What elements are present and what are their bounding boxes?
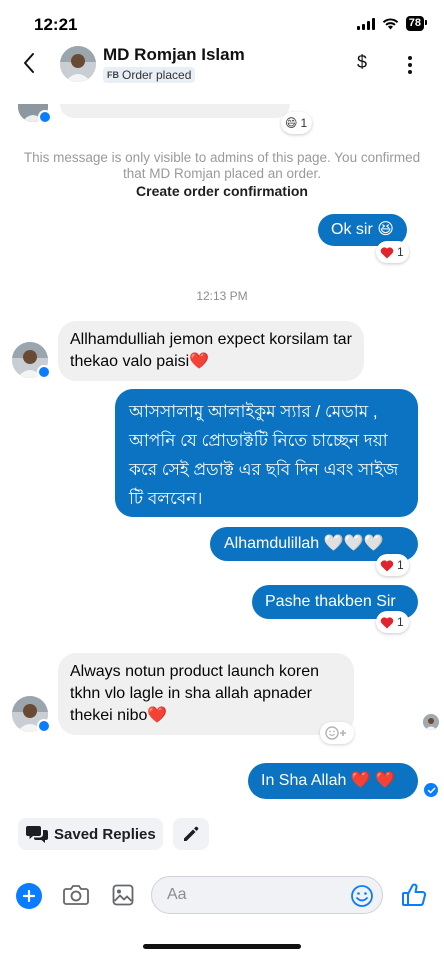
message-composer[interactable] bbox=[151, 876, 383, 914]
like-button[interactable] bbox=[401, 882, 427, 913]
chevron-left-icon bbox=[24, 53, 34, 73]
heart-reaction[interactable]: 1 bbox=[376, 611, 409, 633]
heart-icon bbox=[380, 559, 394, 571]
add-attachment-button[interactable] bbox=[16, 883, 42, 909]
smiley-plus-icon bbox=[325, 726, 346, 740]
timestamp-separator: 12:13 PM bbox=[196, 289, 248, 303]
badge-prefix: FB bbox=[107, 70, 119, 80]
wifi-icon bbox=[382, 17, 398, 29]
gallery-button[interactable] bbox=[112, 884, 134, 911]
reaction-count: 1 bbox=[397, 245, 404, 259]
battery-indicator: 78 bbox=[405, 16, 428, 31]
camera-icon bbox=[63, 885, 89, 905]
admin-only-note: This message is only visible to admins o… bbox=[23, 150, 421, 181]
emoji-icon[interactable] bbox=[350, 884, 374, 908]
reaction-count: 1 bbox=[397, 558, 404, 572]
heart-icon bbox=[380, 616, 394, 628]
laughing-emoji-icon: 😄 bbox=[285, 116, 298, 130]
status-icons: 78 bbox=[356, 16, 428, 31]
status-time: 12:21 bbox=[34, 15, 78, 34]
seen-receipt-avatar bbox=[423, 714, 439, 730]
reaction-count: 1 bbox=[397, 615, 404, 629]
back-button[interactable] bbox=[22, 52, 36, 79]
avatar-photo bbox=[60, 46, 96, 82]
sent-check-icon bbox=[424, 783, 438, 797]
image-icon bbox=[112, 884, 134, 906]
heart-reaction[interactable]: 1 bbox=[376, 554, 409, 576]
outgoing-message-greeting-bangla[interactable]: আসসালামু আলাইকুম স্যার / মেডাম , আপনি যে… bbox=[115, 389, 418, 517]
outgoing-message-in-sha-allah[interactable]: In Sha Allah ❤️ ❤️ bbox=[248, 763, 418, 799]
partial-message-bubble bbox=[60, 104, 290, 118]
order-status-badge[interactable]: FB Order placed bbox=[103, 67, 196, 83]
pencil-icon bbox=[184, 826, 199, 841]
contact-name[interactable]: MD Romjan Islam bbox=[103, 45, 245, 65]
payment-button[interactable]: $ bbox=[357, 52, 367, 73]
incoming-message-1[interactable]: Allhamdulliah jemon expect korsilam tar … bbox=[58, 321, 364, 381]
incoming-message-2[interactable]: Always notun product launch koren tkhn v… bbox=[58, 653, 354, 735]
saved-replies-button[interactable]: Saved Replies bbox=[18, 818, 163, 850]
cellular-signal-icon bbox=[356, 17, 375, 30]
messenger-badge-icon bbox=[37, 365, 51, 379]
thumbs-up-icon bbox=[402, 883, 427, 906]
camera-button[interactable] bbox=[63, 884, 89, 911]
heart-icon bbox=[380, 246, 394, 258]
messenger-badge-icon bbox=[37, 719, 51, 733]
badge-label: Order placed bbox=[122, 68, 192, 82]
message-reaction[interactable]: 😄 1 bbox=[281, 112, 313, 134]
saved-replies-label: Saved Replies bbox=[54, 825, 156, 843]
create-order-confirmation-link[interactable]: Create order confirmation bbox=[0, 183, 444, 199]
message-input[interactable] bbox=[167, 886, 347, 904]
contact-avatar[interactable] bbox=[60, 46, 96, 82]
add-reaction-button[interactable] bbox=[320, 722, 354, 744]
edit-button[interactable] bbox=[173, 818, 209, 850]
messenger-badge-icon bbox=[38, 110, 52, 124]
more-options-icon[interactable] bbox=[408, 56, 412, 74]
plus-icon bbox=[23, 890, 35, 902]
saved-replies-icon bbox=[26, 826, 48, 843]
home-indicator bbox=[143, 944, 301, 949]
reaction-count: 1 bbox=[300, 116, 308, 130]
heart-reaction[interactable]: 1 bbox=[376, 241, 409, 263]
